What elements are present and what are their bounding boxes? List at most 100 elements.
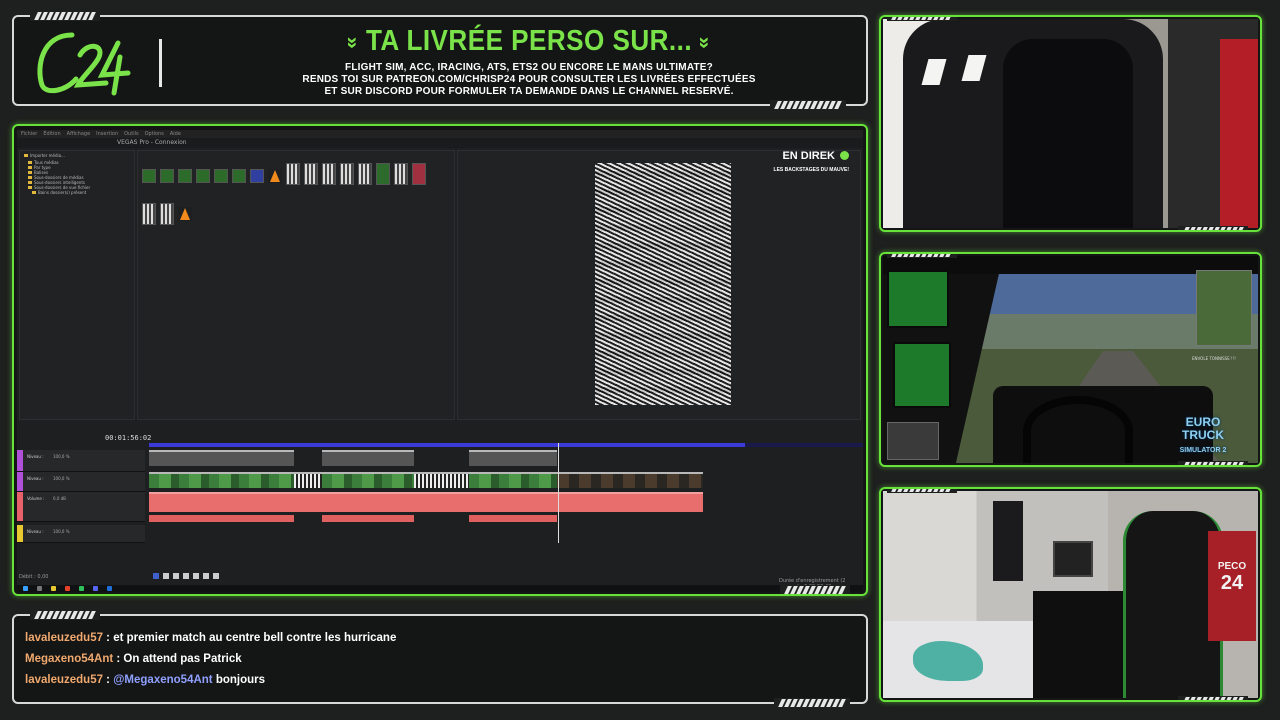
track-label: Niveau : bbox=[27, 476, 44, 481]
search-icon[interactable] bbox=[37, 586, 42, 591]
folder-icon[interactable] bbox=[51, 586, 56, 591]
timeline-playhead[interactable] bbox=[558, 443, 559, 543]
frame-chevrons bbox=[1178, 696, 1248, 700]
audio-clip[interactable] bbox=[322, 515, 414, 522]
live-dot-icon bbox=[840, 151, 849, 160]
ingame-chat: ENVOLE TONNISSE !!! bbox=[1192, 356, 1252, 400]
menu-item[interactable]: Options bbox=[145, 131, 164, 137]
banner-title: »TA LIVRÉE PERSO SUR...» bbox=[228, 25, 831, 58]
vlc-icon[interactable] bbox=[178, 207, 192, 221]
menu-item[interactable]: Affichage bbox=[67, 131, 91, 137]
timeline-clip[interactable] bbox=[322, 450, 414, 466]
os-taskbar bbox=[17, 585, 863, 592]
media-thumbnail[interactable] bbox=[412, 163, 426, 185]
timeline-clip[interactable] bbox=[469, 450, 557, 466]
chat-message: Megaxeno54Ant : On attend pas Patrick bbox=[25, 653, 242, 665]
webcam-room-view: PECO 24 bbox=[879, 487, 1262, 702]
frame-chevrons bbox=[887, 254, 957, 258]
hanging-jersey bbox=[1220, 39, 1258, 228]
media-thumbnail[interactable] bbox=[142, 169, 156, 183]
status-left: Débit : 0,00 bbox=[19, 574, 49, 580]
track-color bbox=[17, 450, 23, 471]
menu-item[interactable]: Outils bbox=[124, 131, 138, 137]
play-from-start-button[interactable] bbox=[163, 573, 169, 579]
media-thumbnail[interactable] bbox=[142, 203, 156, 225]
timeline-clip[interactable] bbox=[149, 450, 294, 466]
vlc-icon[interactable] bbox=[268, 169, 282, 183]
banner-line-2: RENDS TOI SUR PATREON.COM/CHRISP24 POUR … bbox=[302, 74, 756, 85]
media-thumbnail[interactable] bbox=[232, 169, 246, 183]
media-thumbnail[interactable] bbox=[358, 163, 372, 185]
timeline-ruler[interactable] bbox=[149, 443, 863, 447]
hanging-coat bbox=[993, 501, 1023, 581]
track-header-video-1[interactable]: Niveau : 100,0 % bbox=[17, 450, 145, 472]
pause-button[interactable] bbox=[183, 573, 189, 579]
chat-username[interactable]: lavaleuzedu57 bbox=[25, 632, 103, 644]
media-thumbnail[interactable] bbox=[376, 163, 390, 185]
menu-item[interactable]: Édition bbox=[43, 131, 60, 137]
racing-seat-back bbox=[1003, 39, 1133, 228]
video-editor-window: Fichier Édition Affichage Insertion Outi… bbox=[17, 130, 863, 592]
audio-clip[interactable] bbox=[469, 515, 557, 522]
menu-item[interactable]: Insertion bbox=[96, 131, 118, 137]
media-thumbnail[interactable] bbox=[286, 163, 300, 185]
vegas-icon[interactable] bbox=[107, 586, 112, 591]
stream-overlay: »TA LIVRÉE PERSO SUR...» FLIGHT SIM, ACC… bbox=[0, 0, 1280, 720]
live-label: EN DIREK bbox=[782, 150, 835, 162]
media-thumbnail[interactable] bbox=[304, 163, 318, 185]
timeline-clip[interactable] bbox=[294, 472, 322, 488]
browser-icon[interactable] bbox=[65, 586, 70, 591]
next-frame-button[interactable] bbox=[213, 573, 219, 579]
media-thumbnail[interactable] bbox=[178, 169, 192, 183]
media-thumbnail[interactable] bbox=[340, 163, 354, 185]
chat-username[interactable]: lavaleuzedu57 bbox=[25, 674, 103, 686]
media-thumbnail[interactable] bbox=[394, 163, 408, 185]
media-thumbnail[interactable] bbox=[250, 169, 264, 183]
timeline-clip[interactable] bbox=[469, 472, 557, 488]
menu-item[interactable]: Fichier bbox=[21, 131, 37, 137]
chat-username[interactable]: Megaxeno54Ant bbox=[25, 653, 113, 665]
media-thumbnail[interactable] bbox=[322, 163, 336, 185]
audio-clip[interactable] bbox=[149, 515, 294, 522]
timeline-clip[interactable] bbox=[414, 472, 469, 488]
webcam-feed bbox=[883, 19, 1258, 228]
track-header-audio[interactable]: Volume : 0,0 dB bbox=[17, 492, 145, 522]
chat-message: lavaleuzedu57 : @Megaxeno54Ant bonjours bbox=[25, 674, 266, 686]
audio-clip[interactable] bbox=[149, 492, 703, 512]
media-thumbnail[interactable] bbox=[160, 203, 174, 225]
truck-mirror bbox=[893, 342, 951, 408]
chat-text: bonjours bbox=[215, 674, 266, 686]
play-button[interactable] bbox=[173, 573, 179, 579]
spotify-icon[interactable] bbox=[79, 586, 84, 591]
discord-icon[interactable] bbox=[93, 586, 98, 591]
logo-divider bbox=[159, 39, 162, 87]
media-thumbnail[interactable] bbox=[214, 169, 228, 183]
tree-item[interactable]: Importer média... bbox=[24, 153, 65, 158]
track-label: Niveau : bbox=[27, 529, 44, 534]
media-thumbnail[interactable] bbox=[196, 169, 210, 183]
track-level: 0,0 dB bbox=[53, 496, 66, 501]
ingame-notice: ENVOLE TONNISSE !!! bbox=[1192, 356, 1236, 361]
track-level: 100,0 % bbox=[53, 529, 70, 534]
chevron-double-icon: » bbox=[342, 36, 365, 50]
menu-item[interactable]: Aide bbox=[170, 131, 181, 137]
windows-start-icon[interactable] bbox=[23, 586, 28, 591]
stop-button[interactable] bbox=[193, 573, 199, 579]
explorer-pane: Importer média... Tous médias Par type B… bbox=[19, 150, 135, 420]
banner-line-1: FLIGHT SIM, ACC, IRACING, ATS, ETS2 OU E… bbox=[345, 62, 713, 73]
promo-banner: »TA LIVRÉE PERSO SUR...» FLIGHT SIM, ACC… bbox=[12, 11, 868, 110]
track-header-video-3[interactable]: Niveau : 100,0 % bbox=[17, 525, 145, 543]
frame-chevrons bbox=[780, 585, 850, 594]
prev-frame-button[interactable] bbox=[203, 573, 209, 579]
chat-text: et premier match au centre bell contre l… bbox=[113, 632, 397, 644]
timeline-clip[interactable] bbox=[322, 472, 414, 488]
timeline-timecode: 00:01:56:02 bbox=[105, 434, 152, 442]
tree-item[interactable]: Bains dossier(s) présent bbox=[32, 190, 86, 195]
timeline-clip[interactable] bbox=[557, 472, 703, 488]
track-label: Volume : bbox=[27, 496, 45, 501]
timeline-clip[interactable] bbox=[149, 472, 294, 488]
media-thumbnail[interactable] bbox=[160, 169, 174, 183]
chat-mention[interactable]: @Megaxeno54Ant bbox=[113, 674, 212, 686]
track-header-video-2[interactable]: Niveau : 100,0 % bbox=[17, 472, 145, 492]
loop-button[interactable] bbox=[153, 573, 159, 579]
